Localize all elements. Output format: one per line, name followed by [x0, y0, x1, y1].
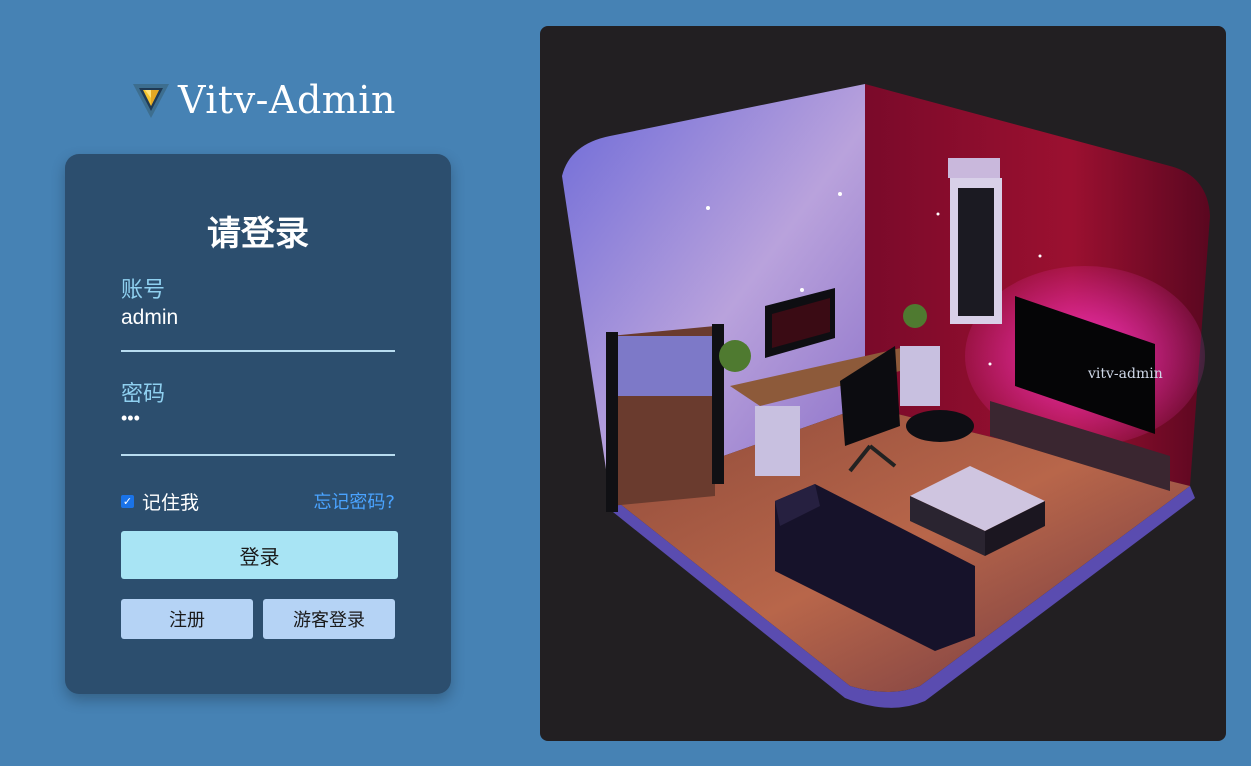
vitv-logo-icon	[133, 84, 169, 118]
tv-brand-text: vitv-admin	[1087, 366, 1163, 382]
app-title: Vitv-Admin	[178, 78, 396, 122]
room-illustration: vitv-admin	[540, 26, 1226, 741]
password-label: 密码	[121, 382, 166, 407]
login-button[interactable]: 登录	[121, 531, 398, 579]
remember-checkbox[interactable]: ✓	[121, 495, 134, 508]
isometric-room-illustration: vitv-admin	[562, 84, 1210, 708]
account-underline	[121, 350, 395, 352]
guest-login-button[interactable]: 游客登录	[263, 599, 395, 639]
remember-me[interactable]: ✓ 记住我	[121, 488, 199, 515]
remember-label: 记住我	[142, 492, 200, 514]
brand-header: Vitv-Admin	[132, 78, 396, 122]
login-card: 请登录 账号 admin 密码 ••• ✓ 记住我 忘记密码? 登录 注册 游客…	[65, 154, 451, 694]
forgot-password-link[interactable]: 忘记密码?	[313, 488, 395, 514]
password-input[interactable]: •••	[121, 408, 140, 429]
password-underline	[121, 454, 395, 456]
register-button[interactable]: 注册	[121, 599, 253, 639]
account-label: 账号	[121, 278, 166, 303]
login-heading: 请登录	[207, 214, 309, 254]
account-input[interactable]: admin	[121, 306, 178, 330]
